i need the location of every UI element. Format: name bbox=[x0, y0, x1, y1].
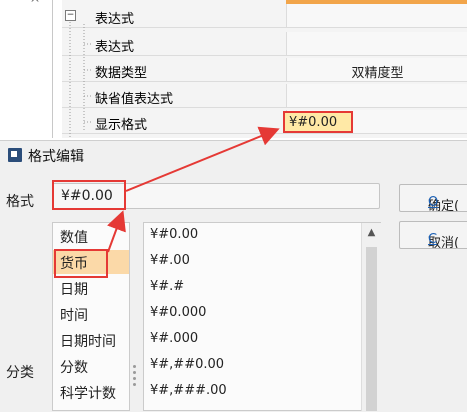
category-item-fraction[interactable]: 分数 bbox=[53, 354, 129, 378]
scroll-thumb[interactable] bbox=[366, 247, 377, 411]
grid-row-data-type[interactable]: 数据类型 双精度型 bbox=[62, 58, 467, 82]
grid-row-default-expression[interactable]: 缺省值表达式 bbox=[62, 84, 467, 108]
category-item-time[interactable]: 时间 bbox=[53, 302, 129, 326]
format-label: 格式 bbox=[6, 194, 34, 210]
format-option[interactable]: ¥#,###.00 bbox=[150, 383, 227, 398]
grid-row-value[interactable]: 双精度型 bbox=[286, 58, 467, 81]
collapse-node-icon[interactable]: − bbox=[65, 10, 76, 21]
category-item-datetime[interactable]: 日期时间 bbox=[53, 328, 129, 352]
category-highlight bbox=[54, 249, 108, 278]
splitter-grip[interactable] bbox=[133, 362, 137, 392]
grid-row-expression-group[interactable]: 表达式 bbox=[62, 4, 467, 28]
scroll-up-arrow-icon[interactable]: ▲ bbox=[362, 223, 381, 243]
grid-row-value[interactable] bbox=[286, 4, 467, 27]
display-format-value-highlight[interactable]: ¥#0.00 bbox=[283, 111, 353, 133]
grid-row-value[interactable] bbox=[286, 32, 467, 55]
grid-row-value[interactable] bbox=[286, 84, 467, 107]
ok-button[interactable]: 确定(O bbox=[399, 184, 467, 212]
format-option[interactable]: ¥#.000 bbox=[150, 331, 198, 346]
display-format-value: ¥#0.00 bbox=[289, 115, 338, 130]
caret-icon[interactable]: ^ bbox=[30, 0, 40, 10]
format-option[interactable]: ¥#,##0.00 bbox=[150, 357, 224, 372]
format-option[interactable]: ¥#0.000 bbox=[150, 305, 206, 320]
format-option[interactable]: ¥#.# bbox=[150, 279, 184, 294]
category-label: 分类 bbox=[6, 365, 34, 381]
format-input-highlight bbox=[52, 180, 126, 210]
format-option[interactable]: ¥#0.00 bbox=[150, 227, 198, 242]
grid-row-expression[interactable]: 表达式 bbox=[62, 32, 467, 56]
ok-button-mnemonic: O bbox=[428, 195, 439, 210]
dialog-title: 格式编辑 bbox=[28, 149, 84, 165]
format-list[interactable]: ¥#0.00 ¥#.00 ¥#.# ¥#0.000 ¥#.000 ¥#,##0.… bbox=[143, 222, 381, 411]
format-list-scrollbar[interactable]: ▲ bbox=[361, 223, 381, 411]
grid-row-display-format[interactable]: 显示格式 bbox=[62, 110, 467, 134]
app-icon bbox=[8, 148, 22, 162]
category-item-numeric[interactable]: 数值 bbox=[53, 224, 129, 248]
selected-row-accent bbox=[286, 0, 467, 4]
property-grid: 表达式 表达式 数据类型 双精度型 缺省值表达式 显示格式 bbox=[62, 0, 467, 138]
cancel-button-mnemonic: C bbox=[428, 232, 438, 247]
cancel-button[interactable]: 取消(C bbox=[399, 221, 467, 249]
outline-pane: ^ bbox=[0, 0, 53, 138]
format-option[interactable]: ¥#.00 bbox=[150, 253, 190, 268]
category-item-date[interactable]: 日期 bbox=[53, 276, 129, 300]
category-item-scientific[interactable]: 科学计数 bbox=[53, 380, 129, 404]
